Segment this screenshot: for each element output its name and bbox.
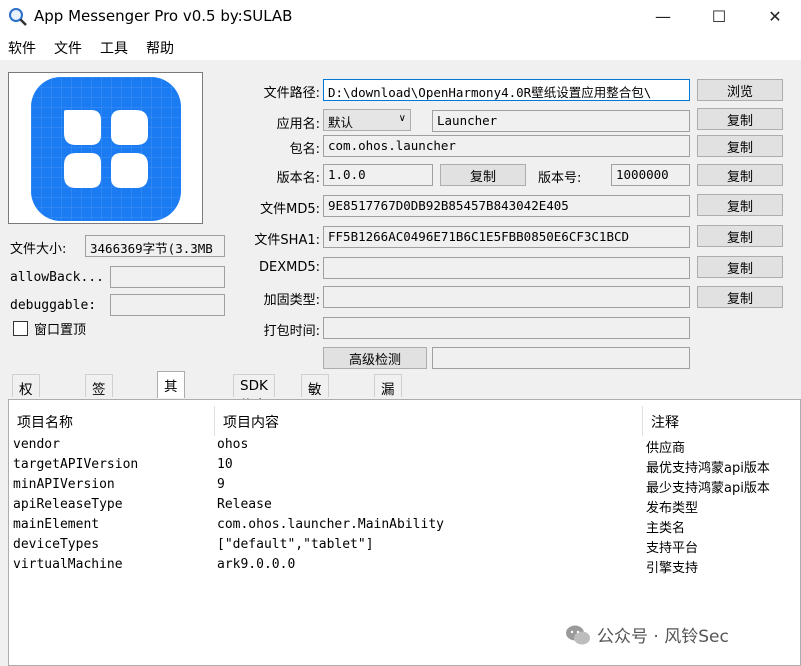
- row-note-cell: 最优支持鸿蒙api版本: [646, 461, 770, 476]
- row-note-cell: 最少支持鸿蒙api版本: [646, 481, 770, 496]
- version-name-label: 版本名:: [276, 171, 320, 186]
- row-note-cell: 发布类型: [646, 501, 699, 516]
- row-name-cell: targetAPIVersion: [13, 457, 139, 472]
- column-header-note[interactable]: 注释: [643, 406, 801, 436]
- copy-version-code-button[interactable]: 复制: [697, 164, 783, 186]
- allow-backup-field[interactable]: [110, 266, 225, 288]
- watermark: 公众号 · 风铃Sec: [565, 622, 729, 647]
- wechat-icon: [566, 625, 590, 644]
- minimize-button[interactable]: —: [640, 0, 686, 32]
- row-note-cell: 支持平台: [646, 541, 699, 556]
- row-content-cell: com.ohos.launcher.MainAbility: [217, 517, 444, 532]
- chevron-down-icon: ∨: [398, 113, 406, 124]
- protect-type-field[interactable]: [323, 286, 690, 308]
- copy-md5-button[interactable]: 复制: [697, 194, 783, 216]
- md5-label: 文件MD5:: [260, 202, 320, 217]
- app-name-field[interactable]: Launcher: [432, 110, 690, 132]
- row-content-cell: Release: [217, 497, 272, 512]
- package-label: 包名:: [289, 142, 320, 157]
- advanced-check-field[interactable]: [432, 347, 690, 369]
- copy-app-name-button[interactable]: 复制: [697, 108, 783, 130]
- debuggable-label: debuggable:: [10, 298, 97, 313]
- row-note-cell: 主类名: [646, 521, 686, 536]
- title-bar: App Messenger Pro v0.5 by:SULAB — ☐ ✕: [0, 0, 801, 34]
- app-name-language-value: 默认: [328, 115, 354, 130]
- pack-time-field[interactable]: [323, 317, 690, 339]
- column-header-name[interactable]: 项目名称: [9, 406, 215, 436]
- debuggable-field[interactable]: [110, 294, 225, 316]
- row-name-cell: minAPIVersion: [13, 477, 115, 492]
- copy-protect-type-button[interactable]: 复制: [697, 286, 783, 308]
- row-name-cell: mainElement: [13, 517, 100, 532]
- file-size-field[interactable]: 3466369字节(3.3MB: [85, 235, 225, 257]
- protect-type-label: 加固类型:: [263, 293, 320, 308]
- close-button[interactable]: ✕: [752, 0, 798, 32]
- row-content-cell: 9: [217, 477, 225, 492]
- row-content-cell: ohos: [217, 437, 249, 452]
- watermark-text: 公众号 · 风铃Sec: [597, 627, 729, 647]
- row-content-cell: ark9.0.0.0: [217, 557, 296, 572]
- file-path-input[interactable]: D:\download\OpenHarmony4.0R壁纸设置应用整合包\: [323, 79, 690, 101]
- tab-sensitive[interactable]: 敏感信息: [301, 374, 329, 458]
- menu-bar: 软件 文件 工具 帮助: [0, 34, 801, 60]
- dexmd5-label: DEXMD5:: [258, 260, 320, 275]
- window-title: App Messenger Pro v0.5 by:SULAB: [34, 7, 293, 25]
- file-size-label: 文件大小:: [10, 242, 67, 257]
- row-content-cell: 10: [217, 457, 233, 472]
- sha1-field[interactable]: FF5B1266AC0496E71B6C1E5FBB0850E6CF3C1BCD: [323, 226, 690, 248]
- package-field[interactable]: com.ohos.launcher: [323, 135, 690, 157]
- maximize-button[interactable]: ☐: [696, 0, 742, 32]
- tab-sdk[interactable]: SDK信息: [233, 374, 275, 414]
- sha1-label: 文件SHA1:: [254, 233, 320, 248]
- tab-other-info[interactable]: 其他信息: [157, 371, 185, 455]
- browse-button[interactable]: 浏览: [697, 79, 783, 101]
- copy-package-button[interactable]: 复制: [697, 135, 783, 157]
- menu-tools[interactable]: 工具: [100, 38, 128, 58]
- dexmd5-field[interactable]: [323, 257, 690, 279]
- md5-field[interactable]: 9E8517767D0DB92B85457B843042E405: [323, 195, 690, 217]
- app-launcher-icon: [31, 77, 181, 221]
- magnifier-app-icon: [9, 8, 27, 26]
- copy-dexmd5-button[interactable]: 复制: [697, 256, 783, 278]
- advanced-check-button[interactable]: 高级检测: [323, 347, 427, 369]
- allow-backup-label: allowBack...: [10, 270, 104, 285]
- row-note-cell: 供应商: [646, 441, 686, 456]
- tab-signature[interactable]: 签名信息: [85, 374, 113, 458]
- menu-software[interactable]: 软件: [8, 38, 36, 58]
- version-code-label: 版本号:: [538, 171, 582, 186]
- menu-file[interactable]: 文件: [54, 38, 82, 58]
- menu-help[interactable]: 帮助: [146, 38, 174, 58]
- row-note-cell: 引擎支持: [646, 561, 699, 576]
- file-path-label: 文件路径:: [263, 86, 320, 101]
- app-logo-frame: [8, 72, 203, 224]
- row-name-cell: virtualMachine: [13, 557, 123, 572]
- copy-version-name-button[interactable]: 复制: [440, 164, 526, 186]
- pack-time-label: 打包时间:: [263, 324, 320, 339]
- app-name-label: 应用名:: [276, 117, 320, 132]
- row-name-cell: vendor: [13, 437, 60, 452]
- version-name-field[interactable]: 1.0.0: [323, 164, 433, 186]
- tab-vulnerability[interactable]: 漏洞信息: [374, 374, 402, 458]
- always-on-top-checkbox[interactable]: [13, 321, 28, 336]
- row-name-cell: deviceTypes: [13, 537, 100, 552]
- version-code-field[interactable]: 1000000: [611, 164, 690, 186]
- row-name-cell: apiReleaseType: [13, 497, 123, 512]
- row-content-cell: ["default","tablet"]: [217, 537, 374, 552]
- copy-sha1-button[interactable]: 复制: [697, 225, 783, 247]
- app-name-language-select[interactable]: 默认 ∨: [323, 109, 411, 131]
- tab-permissions[interactable]: 权限信息: [12, 374, 40, 458]
- always-on-top-label: 窗口置顶: [34, 323, 87, 338]
- column-header-content[interactable]: 项目内容: [215, 406, 643, 436]
